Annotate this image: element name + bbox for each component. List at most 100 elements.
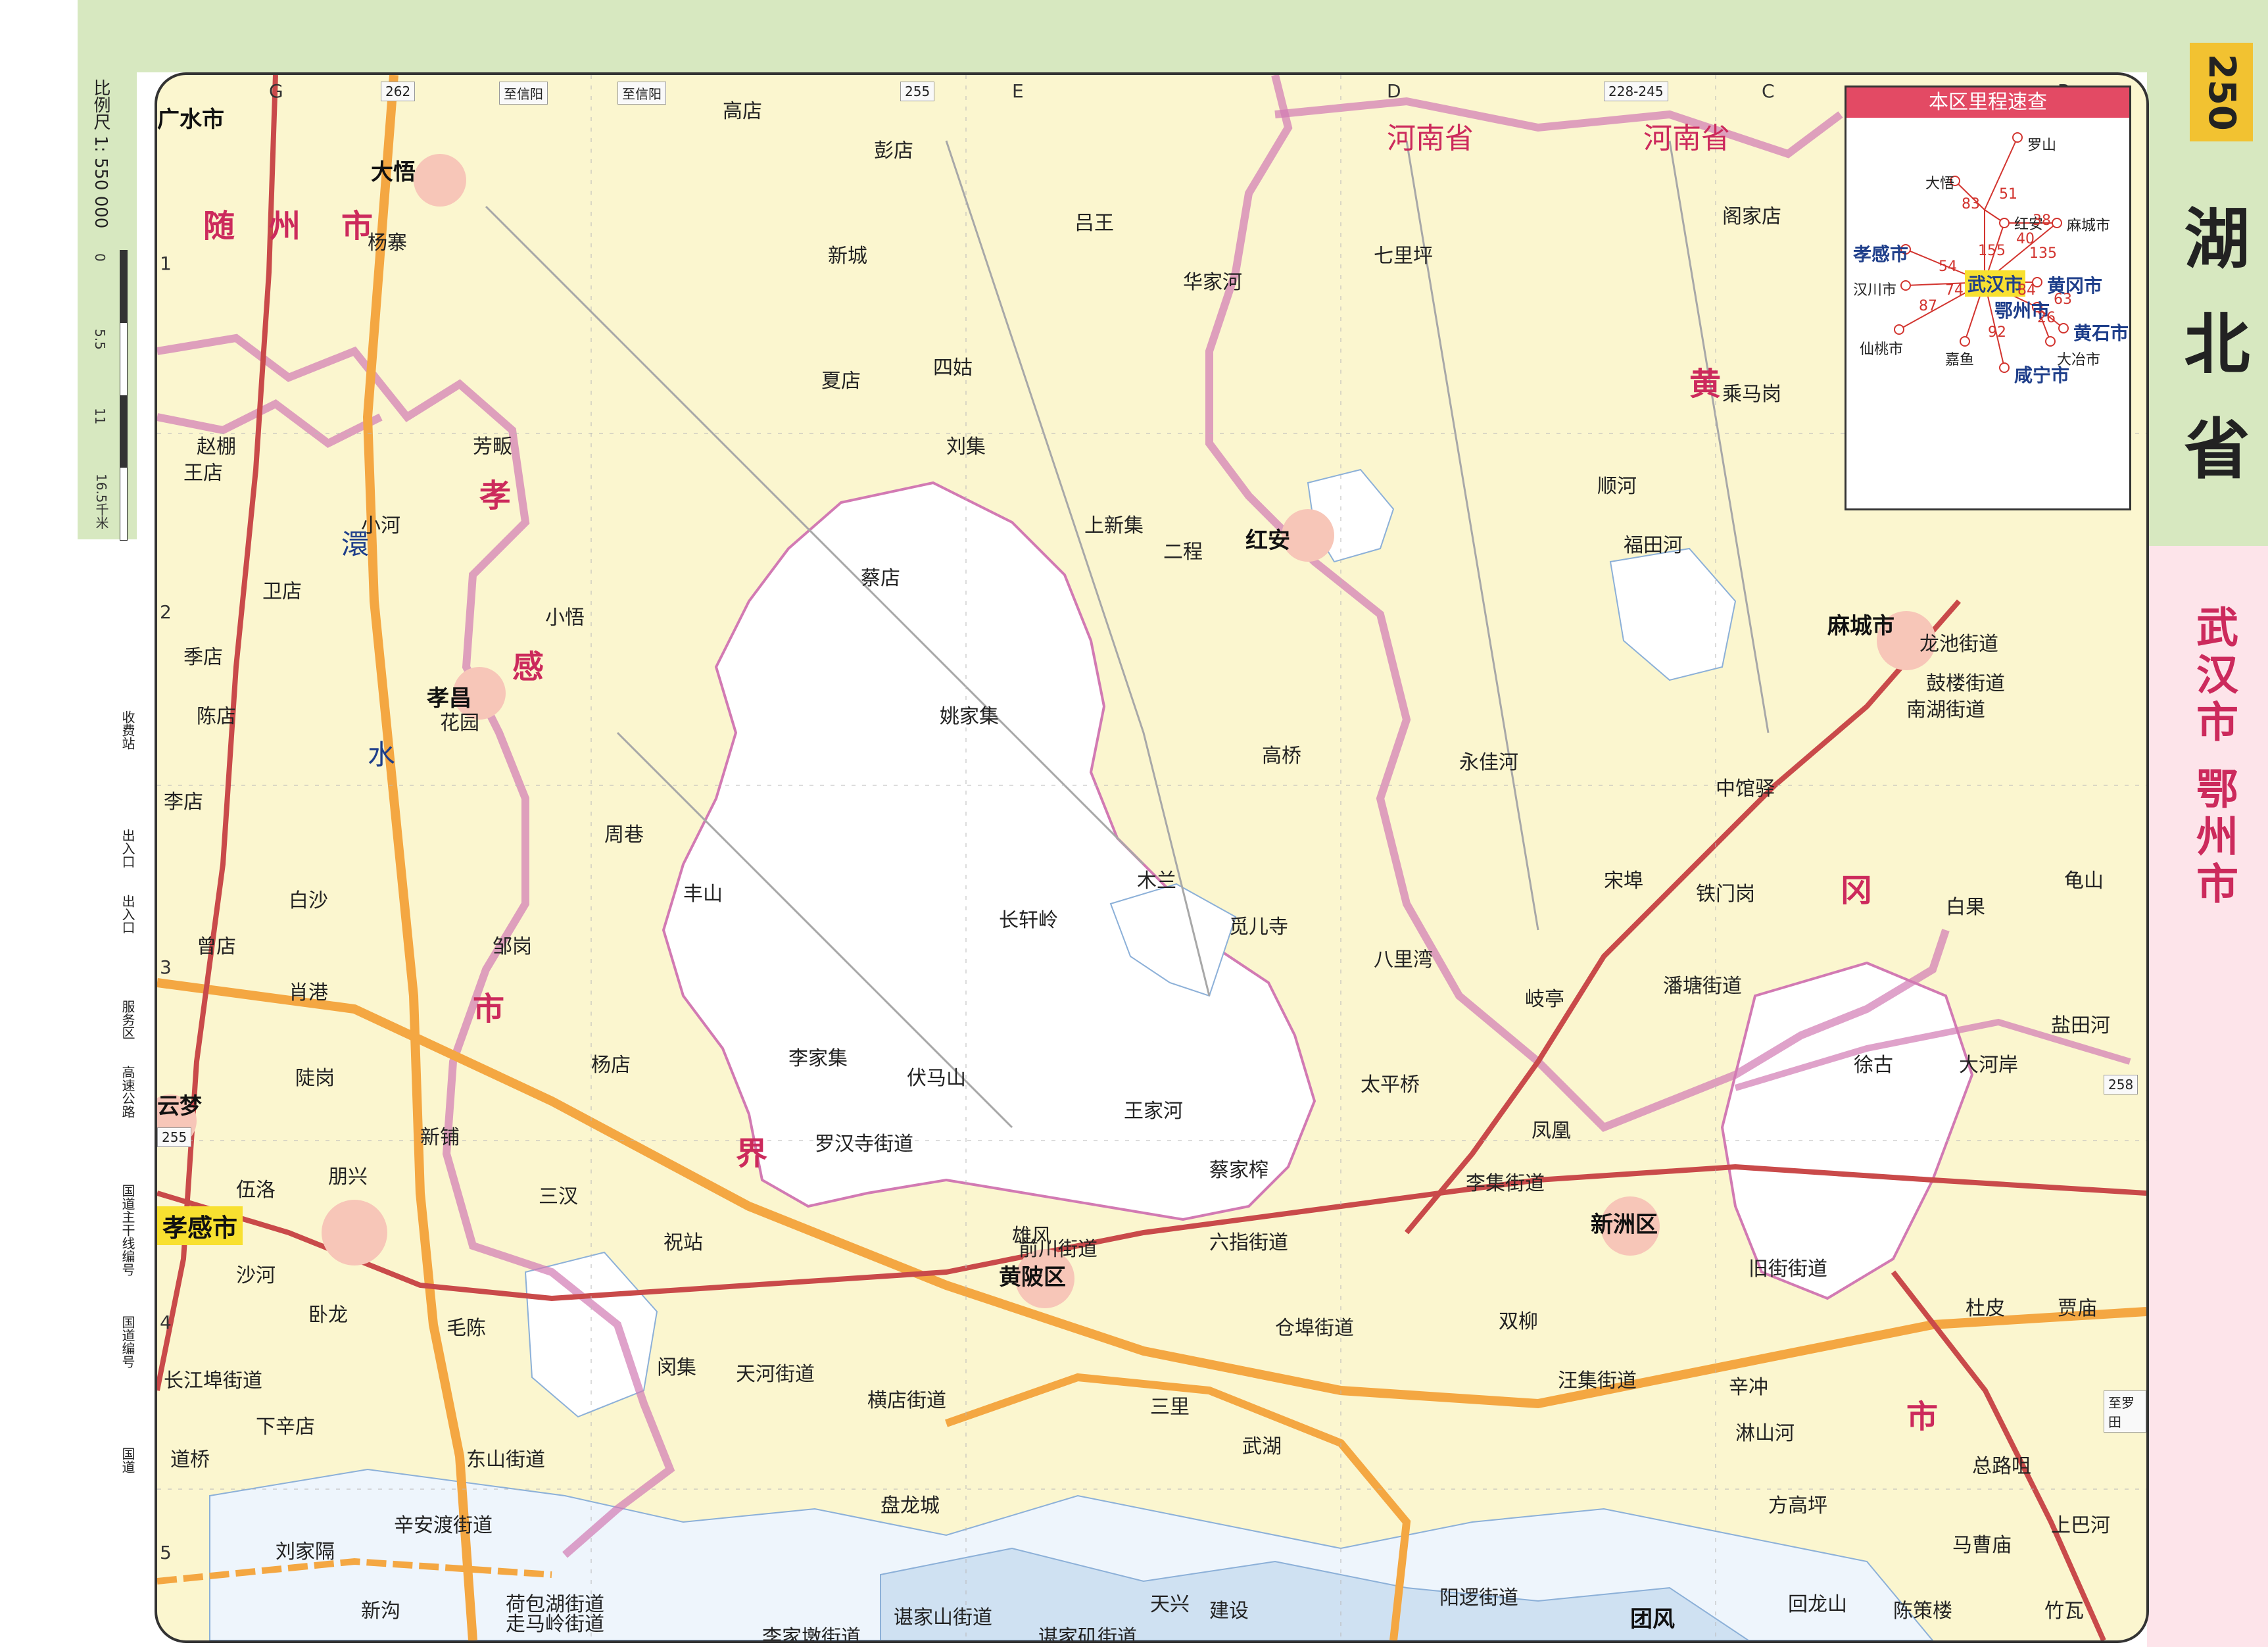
- town-baiguo[interactable]: 白果: [1946, 891, 1985, 920]
- town-yantianhe[interactable]: 盐田河: [2051, 1009, 2110, 1038]
- town-zhaopeng[interactable]: 赵棚: [197, 430, 236, 459]
- town-shangbahe[interactable]: 上巴河: [2051, 1509, 2110, 1538]
- city-macheng[interactable]: 麻城市: [1827, 608, 1894, 640]
- town-baisha[interactable]: 白沙: [289, 884, 328, 913]
- city-guangshui[interactable]: 广水市: [157, 101, 224, 134]
- town-xiaowu[interactable]: 小悟: [545, 601, 585, 630]
- town-cangbu[interactable]: 仓埠街道: [1275, 1312, 1354, 1340]
- town-jiamiao[interactable]: 贾庙: [2058, 1292, 2097, 1321]
- town-longchi[interactable]: 龙池街道: [1919, 627, 1998, 656]
- town-gaoqiao[interactable]: 高桥: [1262, 739, 1301, 768]
- edge-ref-luotian[interactable]: 至罗田: [2104, 1390, 2146, 1433]
- town-yongjiahe[interactable]: 永佳河: [1459, 746, 1518, 775]
- town-weidian[interactable]: 卫店: [262, 575, 302, 604]
- town-zengdian[interactable]: 曾店: [197, 930, 236, 959]
- town-sancha[interactable]: 三汊: [539, 1180, 578, 1209]
- town-jidian[interactable]: 季店: [183, 641, 223, 670]
- town-qiting[interactable]: 岐亭: [1525, 983, 1564, 1012]
- town-minji[interactable]: 闵集: [657, 1351, 696, 1380]
- town-daoqiao[interactable]: 道桥: [170, 1443, 210, 1472]
- town-ercheng[interactable]: 二程: [1163, 535, 1203, 564]
- town-jiujie[interactable]: 旧街街道: [1749, 1252, 1827, 1281]
- town-huilongshan[interactable]: 回龙山: [1788, 1588, 1847, 1617]
- town-xugu[interactable]: 徐古: [1854, 1048, 1893, 1077]
- town-qiliping[interactable]: 七里坪: [1374, 239, 1433, 268]
- city-hongan[interactable]: 红安: [1245, 522, 1290, 554]
- town-dongshan[interactable]: 东山街道: [466, 1443, 545, 1472]
- town-fenghuang[interactable]: 凤凰: [1532, 1114, 1571, 1143]
- town-luohansi[interactable]: 罗汉寺街道: [815, 1127, 913, 1156]
- town-chenjiashan[interactable]: 谌家山街道: [894, 1601, 992, 1630]
- city-huangpi[interactable]: 黄陂区: [999, 1259, 1066, 1291]
- town-futianhe[interactable]: 福田河: [1624, 529, 1683, 558]
- town-chencelou[interactable]: 陈策楼: [1893, 1594, 1952, 1623]
- town-liji[interactable]: 李集街道: [1466, 1167, 1545, 1196]
- town-chengmagang[interactable]: 乘马岗: [1722, 378, 1781, 406]
- town-zhongguanyi[interactable]: 中馆驿: [1716, 772, 1775, 801]
- town-baliwan[interactable]: 八里湾: [1374, 943, 1433, 972]
- town-shunhe[interactable]: 顺河: [1597, 470, 1637, 499]
- edge-ref-xinyang-2[interactable]: 至信阳: [617, 82, 666, 105]
- town-lvwang[interactable]: 吕王: [1074, 207, 1114, 235]
- town-hengdian[interactable]: 横店街道: [867, 1384, 946, 1413]
- edge-ref-right-258[interactable]: 258: [2104, 1075, 2138, 1094]
- town-dupi[interactable]: 杜皮: [1966, 1292, 2005, 1321]
- town-daheaan[interactable]: 大河岸: [1959, 1048, 2018, 1077]
- town-xinpu[interactable]: 新铺: [420, 1121, 460, 1150]
- town-sigu[interactable]: 四姑: [933, 351, 973, 380]
- edge-ref-xinyang-1[interactable]: 至信阳: [499, 82, 548, 105]
- town-caijiazha[interactable]: 蔡家榨: [1209, 1154, 1268, 1183]
- town-shahe[interactable]: 沙河: [236, 1259, 276, 1288]
- town-xinchong[interactable]: 辛冲: [1729, 1371, 1768, 1400]
- town-zougang[interactable]: 邹岗: [493, 930, 532, 959]
- edge-ref-left-255[interactable]: 255: [157, 1127, 192, 1147]
- town-changjiangbu[interactable]: 长江埠街道: [164, 1364, 262, 1393]
- city-xinzhou[interactable]: 新洲区: [1591, 1206, 1658, 1239]
- city-tuanfeng[interactable]: 团风: [1630, 1601, 1675, 1633]
- town-xiaogang[interactable]: 肖港: [289, 976, 328, 1005]
- town-huajiahe[interactable]: 华家河: [1183, 266, 1242, 295]
- town-wangji[interactable]: 汪集街道: [1558, 1364, 1637, 1393]
- town-wangdian[interactable]: 王店: [183, 456, 223, 485]
- town-pantang[interactable]: 潘塘街道: [1663, 970, 1742, 998]
- town-wangjiahe[interactable]: 王家河: [1124, 1094, 1183, 1123]
- town-chendian[interactable]: 陈店: [197, 700, 236, 729]
- town-mierssi[interactable]: 觅儿寺: [1229, 910, 1288, 939]
- town-xincheng[interactable]: 新城: [828, 239, 867, 268]
- town-liujiage[interactable]: 刘家隔: [276, 1535, 335, 1564]
- town-fumashan[interactable]: 伏马山: [907, 1062, 966, 1091]
- town-xingou[interactable]: 新沟: [361, 1594, 400, 1623]
- edge-ref-255[interactable]: 255: [900, 82, 935, 101]
- town-zhuzhan[interactable]: 祝站: [664, 1226, 703, 1255]
- town-maochen[interactable]: 毛陈: [446, 1312, 486, 1340]
- town-xiaohe[interactable]: 小河: [361, 509, 400, 538]
- town-nanhu[interactable]: 南湖街道: [1906, 693, 1985, 722]
- town-shangxinji[interactable]: 上新集: [1084, 509, 1144, 538]
- town-wolong[interactable]: 卧龙: [308, 1298, 348, 1327]
- town-liuzhi[interactable]: 六指街道: [1209, 1226, 1288, 1255]
- town-lijiadun[interactable]: 李家墩街道: [762, 1621, 861, 1640]
- town-yangzhai[interactable]: 杨寨: [368, 226, 407, 255]
- city-xiaogan[interactable]: 孝感市: [157, 1206, 243, 1245]
- town-dougang[interactable]: 陡岗: [295, 1062, 335, 1091]
- town-yaojiaji[interactable]: 姚家集: [940, 700, 999, 729]
- town-jianshe[interactable]: 建设: [1209, 1594, 1249, 1623]
- town-tianhe[interactable]: 天河街道: [736, 1358, 815, 1387]
- town-shuangliu[interactable]: 双柳: [1499, 1305, 1538, 1334]
- town-hebaohu[interactable]: 荷包湖街道: [506, 1588, 604, 1617]
- town-tiemengang[interactable]: 铁门岗: [1696, 877, 1755, 906]
- edge-ref-228-245[interactable]: 228-245: [1604, 82, 1668, 101]
- town-linshanhe[interactable]: 淋山河: [1735, 1417, 1795, 1446]
- town-zonglu[interactable]: 总路咀: [1972, 1450, 2031, 1479]
- town-yangluo[interactable]: 阳逻街道: [1439, 1581, 1518, 1610]
- town-fangfan[interactable]: 芳畈: [473, 430, 512, 459]
- city-yunmeng[interactable]: 云梦: [157, 1088, 202, 1120]
- town-pengdian[interactable]: 彭店: [874, 134, 913, 163]
- town-fanggaoping[interactable]: 方高坪: [1768, 1489, 1827, 1518]
- town-liuji[interactable]: 刘集: [946, 430, 986, 459]
- town-chenjiaji[interactable]: 谌家矶街道: [1038, 1621, 1137, 1640]
- town-xiaxindian[interactable]: 下辛店: [256, 1410, 315, 1439]
- town-panlongcheng[interactable]: 盘龙城: [881, 1489, 940, 1518]
- town-huayuan[interactable]: 花园: [440, 706, 479, 735]
- town-macaomiao[interactable]: 马曹庙: [1952, 1529, 2012, 1558]
